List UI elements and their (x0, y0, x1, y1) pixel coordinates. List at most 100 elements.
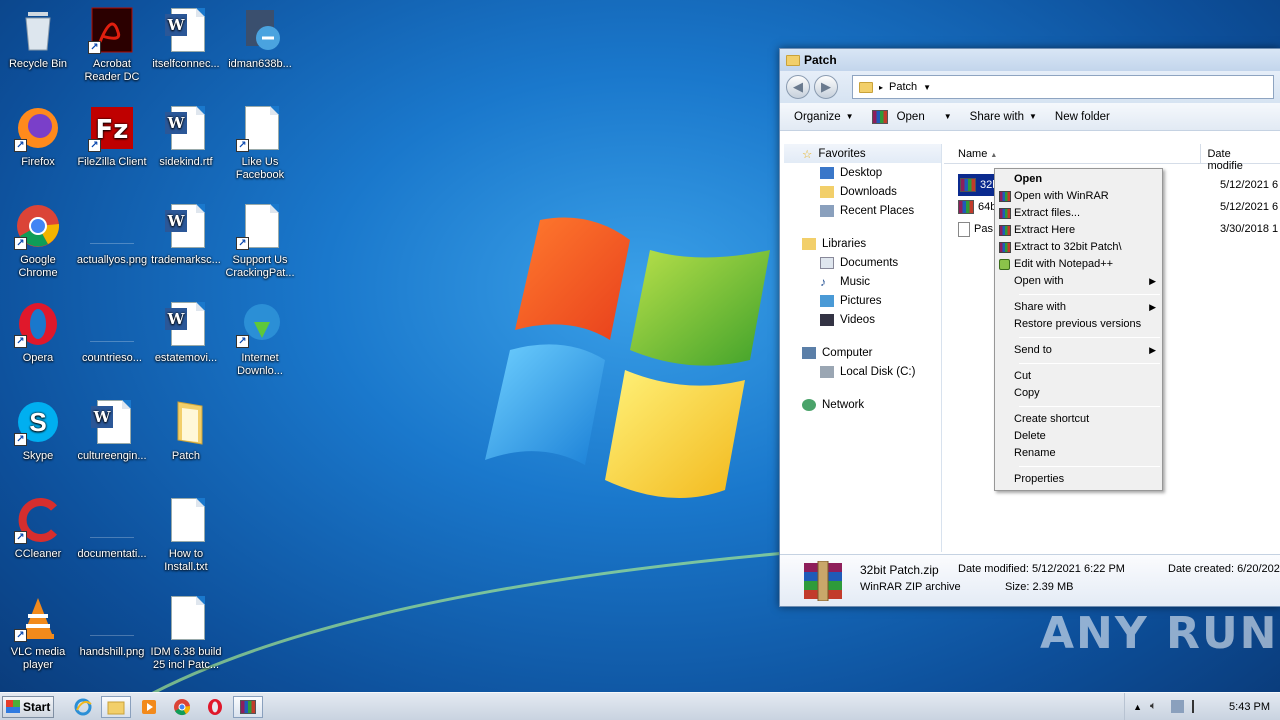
nav-computer[interactable]: Computer (784, 343, 941, 362)
menu-delete[interactable]: Delete (995, 428, 1162, 445)
show-hidden-icons-icon[interactable]: ▲ (1133, 702, 1142, 712)
word-doc-icon[interactable]: W sidekind.rtf (148, 104, 224, 169)
menu-create-shortcut[interactable]: Create shortcut (995, 411, 1162, 428)
idm-installer-icon[interactable]: idman638b... (222, 6, 298, 71)
menu-properties[interactable]: Properties (995, 471, 1162, 488)
back-button[interactable]: ◀ (786, 75, 810, 99)
desktop-icon-label: handshill.png (79, 646, 145, 658)
nav-label: Documents (840, 256, 899, 269)
taskbar-chrome-icon[interactable] (167, 696, 197, 718)
menu-rename[interactable]: Rename (995, 445, 1162, 462)
sort-up-icon: ▲ (990, 152, 998, 159)
svg-text:S: S (29, 407, 46, 437)
desktop-icon-label: VLC media player (10, 646, 66, 671)
word-doc-icon[interactable]: W itselfconnec... (148, 6, 224, 71)
window-title: Patch (804, 53, 837, 67)
nav-music[interactable]: ♪ Music (784, 272, 941, 291)
internet-download-manager-icon[interactable]: ↗ Internet Downlo... (222, 300, 298, 378)
blank-file-icon[interactable]: countrieso... (74, 300, 150, 365)
menu-extract-here[interactable]: Extract Here (995, 222, 1162, 239)
open-button[interactable]: Open ▼ (871, 109, 952, 124)
menu-extract-files[interactable]: Extract files... (995, 205, 1162, 222)
desktop-icon-label: cultureengin... (77, 450, 147, 462)
nav-network[interactable]: Network (784, 395, 941, 414)
desktop-icon-label: idman638b... (228, 58, 292, 70)
address-bar[interactable]: ▸ Patch ▼ (852, 75, 1274, 99)
nav-videos[interactable]: Videos (784, 310, 941, 329)
taskbar-media-player-icon[interactable] (134, 696, 164, 718)
nav-downloads[interactable]: Downloads (784, 182, 941, 201)
nav-recent-places[interactable]: Recent Places (784, 201, 941, 220)
winrar-icon (999, 225, 1011, 236)
desktop-swoosh (140, 548, 820, 700)
menu-send-to[interactable]: Send to ▶ (995, 342, 1162, 359)
menu-copy[interactable]: Copy (995, 385, 1162, 402)
word-doc-icon[interactable]: W estatemovi... (148, 300, 224, 365)
recycle-bin-icon[interactable]: Recycle Bin (0, 6, 76, 71)
image-file-icon[interactable]: handshill.png (74, 594, 150, 659)
chevron-down-icon[interactable]: ▼ (923, 83, 931, 92)
folder-icon[interactable]: Patch (148, 398, 224, 463)
nav-label: Favorites (818, 147, 866, 160)
column-name[interactable]: Name ▲ (944, 144, 1202, 163)
filezilla-icon[interactable]: Fz ↗ FileZilla Client (74, 104, 150, 169)
word-doc-icon[interactable]: W trademarksc... (148, 202, 224, 267)
action-center-flag-icon[interactable] (1192, 700, 1205, 713)
image-file-icon[interactable]: actuallyos.png (74, 202, 150, 267)
network-tray-icon[interactable] (1171, 700, 1185, 713)
nav-label: Pictures (840, 294, 882, 307)
menu-restore-previous[interactable]: Restore previous versions (995, 316, 1162, 333)
menu-label: Open with (1014, 275, 1064, 287)
address-crumb[interactable]: Patch (889, 81, 917, 93)
menu-open-with[interactable]: Open with ▶ (995, 273, 1162, 290)
nav-favorites[interactable]: ☆ Favorites (784, 144, 941, 163)
menu-share-with[interactable]: Share with ▶ (995, 299, 1162, 316)
desktop-icon-label: Support Us CrackingPat... (225, 254, 295, 279)
menu-extract-to[interactable]: Extract to 32bit Patch\ (995, 239, 1162, 256)
forward-button[interactable]: ▶ (814, 75, 838, 99)
nav-documents[interactable]: Documents (784, 253, 941, 272)
desktop-icon-label: actuallyos.png (76, 254, 148, 266)
opera-icon[interactable]: ↗ Opera (0, 300, 76, 365)
nav-desktop[interactable]: Desktop (784, 163, 941, 182)
column-date[interactable]: Date modifie (1201, 144, 1280, 172)
chevron-down-icon[interactable]: ▼ (944, 112, 952, 121)
text-file-icon[interactable]: How to Install.txt (148, 496, 224, 574)
desktop-icon-label: FileZilla Client (77, 156, 147, 168)
acrobat-icon[interactable]: ↗ Acrobat Reader DC (74, 6, 150, 84)
nav-libraries[interactable]: Libraries (784, 234, 941, 253)
menu-edit-notepad[interactable]: Edit with Notepad++ (995, 256, 1162, 273)
share-with-button[interactable]: Share with ▼ (970, 111, 1037, 123)
organize-button[interactable]: Organize ▼ (794, 111, 854, 123)
firefox-icon[interactable]: ↗ Firefox (0, 104, 76, 169)
recent-places-icon (820, 204, 834, 217)
blank-file-icon[interactable]: documentati... (74, 496, 150, 561)
taskbar-opera-icon[interactable] (200, 696, 230, 718)
skype-icon[interactable]: S ↗ Skype (0, 398, 76, 463)
new-folder-button[interactable]: New folder (1055, 111, 1110, 123)
clock[interactable]: 5:43 PM (1229, 701, 1270, 713)
desktop-icon-label: Opera (22, 352, 54, 364)
taskbar-explorer-icon[interactable] (101, 695, 131, 718)
word-doc-icon[interactable]: W cultureengin... (74, 398, 150, 463)
taskbar-winrar-icon[interactable] (233, 695, 263, 718)
menu-open-with-winrar[interactable]: Open with WinRAR (995, 188, 1162, 205)
nav-local-disk[interactable]: Local Disk (C:) (784, 362, 941, 381)
taskbar-ie-icon[interactable] (68, 696, 98, 718)
menu-cut[interactable]: Cut (995, 368, 1162, 385)
context-menu: Open Open with WinRAR Extract files... E… (994, 168, 1163, 491)
text-file-icon[interactable]: ↗ Support Us CrackingPat... (222, 202, 298, 280)
start-button[interactable]: Start (2, 695, 54, 718)
chrome-icon[interactable]: ↗ Google Chrome (0, 202, 76, 280)
volume-icon[interactable]: 🔈︎ (1150, 700, 1163, 713)
vlc-icon[interactable]: ↗ VLC media player (0, 594, 76, 672)
ccleaner-icon[interactable]: ↗ CCleaner (0, 496, 76, 561)
desktop-icon-label: Firefox (21, 156, 55, 168)
desktop-icon (820, 166, 834, 179)
nav-label: Libraries (822, 237, 867, 250)
text-file-icon[interactable]: IDM 6.38 build 25 incl Patc... (148, 594, 224, 672)
nav-pictures[interactable]: Pictures (784, 291, 941, 310)
text-file-icon[interactable]: ↗ Like Us Facebook (222, 104, 298, 182)
window-titlebar[interactable]: Patch (780, 49, 1280, 71)
menu-open[interactable]: Open (995, 171, 1162, 188)
